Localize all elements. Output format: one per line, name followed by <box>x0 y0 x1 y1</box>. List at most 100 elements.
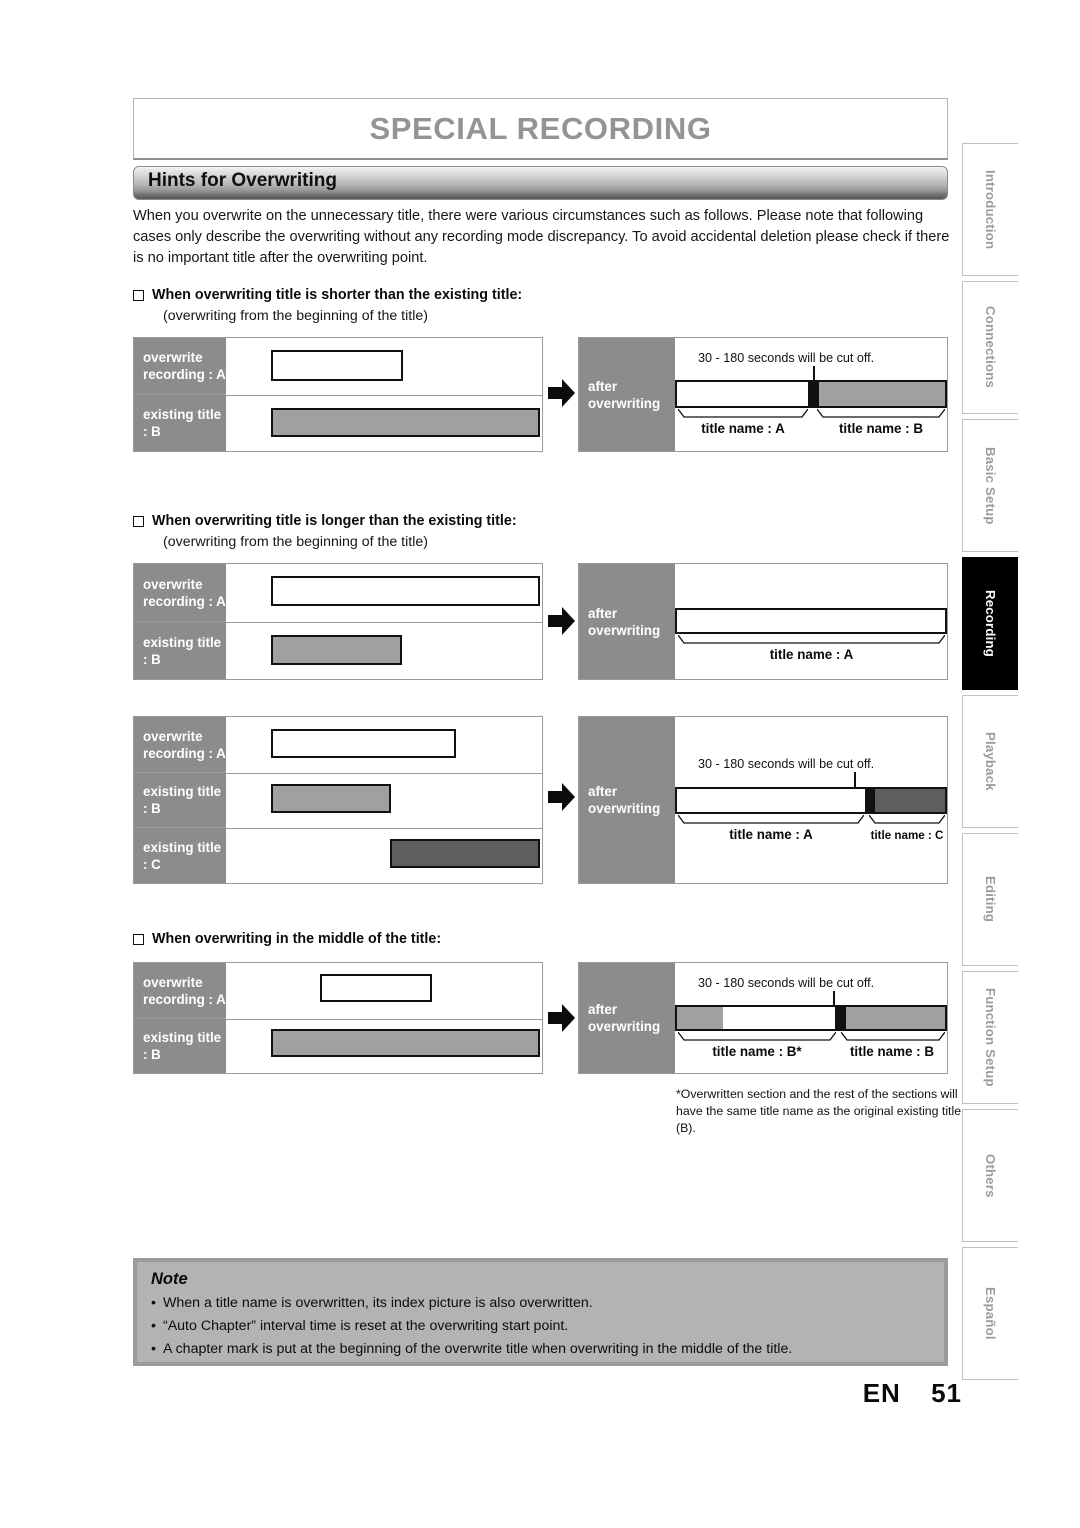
footer-language: EN <box>862 1378 901 1408</box>
label-line-2: recording : A <box>143 745 226 761</box>
label-line-1: existing title : B <box>143 784 222 816</box>
sidebar-item-others[interactable]: Others <box>962 1109 1018 1242</box>
label-line-1: overwrite <box>143 350 203 365</box>
row-label-existing-b: existing title : B <box>134 773 226 828</box>
cutoff-caption-4: 30 - 180 seconds will be cut off. <box>698 976 875 990</box>
bar-existing-c <box>390 839 540 868</box>
bullet-icon: • <box>151 1318 156 1334</box>
row-label-overwrite-a: overwrite recording : A <box>134 564 226 622</box>
row-label-overwrite-a: overwrite recording : A <box>134 338 226 395</box>
case-heading-1-text: When overwriting title is shorter than t… <box>152 287 523 303</box>
note-item-text: “Auto Chapter” interval time is reset at… <box>162 1318 569 1334</box>
diagram-4-after: after overwriting 30 - 180 seconds will … <box>578 962 948 1074</box>
note-item-text: When a title name is overwritten, its in… <box>162 1295 593 1311</box>
case-heading-2: When overwriting title is longer than th… <box>133 513 517 529</box>
tab-label: Others <box>983 1153 998 1198</box>
label-line-1: overwrite <box>143 728 203 744</box>
case-heading-1: When overwriting title is shorter than t… <box>133 287 522 303</box>
row-divider <box>226 395 543 396</box>
row-label-overwrite-a: overwrite recording : A <box>134 963 226 1019</box>
manual-page: SPECIAL RECORDING Hints for Overwriting … <box>0 0 1080 1528</box>
case-subtitle-1: (overwriting from the beginning of the t… <box>163 308 428 324</box>
row-divider <box>226 1019 543 1020</box>
label-line-2: recording : A <box>143 593 226 609</box>
bar-existing-b <box>271 408 540 437</box>
cutoff-caption-1: 30 - 180 seconds will be cut off. <box>698 351 875 365</box>
cutoff-caption-3: 30 - 180 seconds will be cut off. <box>698 757 875 771</box>
row-label-overwrite-a: overwrite recording : A <box>134 717 226 773</box>
page-footer: EN 51 <box>863 1378 962 1409</box>
diagram-3-after: after overwriting 30 - 180 seconds will … <box>578 716 948 884</box>
checkbox-icon <box>133 516 144 527</box>
diagram-1-after: after overwriting 30 - 180 seconds will … <box>578 337 948 452</box>
sidebar-item-editing[interactable]: Editing <box>962 833 1018 966</box>
label-line-1: existing title : C <box>143 839 222 872</box>
arrow-right-icon-4 <box>548 1003 576 1033</box>
label-line-1: existing title : B <box>143 634 222 667</box>
intro-paragraph: When you overwrite on the unnecessary ti… <box>133 208 950 266</box>
row-divider <box>226 773 543 774</box>
bullet-icon: • <box>151 1341 156 1357</box>
label-line-1: after <box>588 378 618 394</box>
diagram-1-before: overwrite recording : A existing title :… <box>133 337 543 452</box>
brace-1a <box>678 409 808 418</box>
label-line-2: overwriting <box>588 1019 661 1034</box>
case-heading-3: When overwriting in the middle of the ti… <box>133 931 441 947</box>
note-item: • “Auto Chapter” interval time is reset … <box>151 1315 930 1338</box>
sidebar-item-function-setup[interactable]: Function Setup <box>962 971 1018 1104</box>
tab-label: Editing <box>983 876 998 923</box>
row-label-existing-b: existing title : B <box>134 395 226 451</box>
segment-title-b-star <box>722 1007 836 1029</box>
composite-bar-3 <box>675 787 947 814</box>
row-label-after-overwriting: after overwriting <box>579 963 675 1073</box>
arrow-right-icon-2 <box>548 606 576 636</box>
tab-label: Playback <box>983 732 998 791</box>
label-line-1: existing title : B <box>143 407 222 439</box>
label-line-2: overwriting <box>588 395 661 411</box>
segment-title-a <box>677 789 865 812</box>
label-line-1: after <box>588 784 618 799</box>
diagram-4-before: overwrite recording : A existing title :… <box>133 962 543 1074</box>
arrow-right-icon-1 <box>548 378 576 408</box>
sidebar-item-basic-setup[interactable]: Basic Setup <box>962 419 1018 552</box>
title-label-b: title name : B <box>849 1044 935 1059</box>
row-label-after-overwriting: after overwriting <box>579 338 675 451</box>
row-label-existing-c: existing title : C <box>134 828 226 883</box>
row-label-after-overwriting: after overwriting <box>579 717 675 883</box>
composite-bar-1 <box>675 380 947 408</box>
composite-bar-2 <box>675 608 947 634</box>
side-tab-nav: Introduction Connections Basic Setup Rec… <box>962 143 1018 1385</box>
note-box: Note • When a title name is overwritten,… <box>133 1258 948 1366</box>
note-title: Note <box>151 1270 188 1288</box>
title-label-a: title name : A <box>701 421 785 436</box>
footnote-text: *Overwritten section and the rest of the… <box>676 1087 962 1135</box>
label-line-1: after <box>588 1002 618 1017</box>
segment-title-a <box>677 382 809 406</box>
sidebar-item-espanol[interactable]: Español <box>962 1247 1018 1380</box>
tab-label: Function Setup <box>983 988 998 1087</box>
sidebar-item-playback[interactable]: Playback <box>962 695 1018 828</box>
row-divider <box>226 622 543 623</box>
row-label-existing-b: existing title : B <box>134 622 226 679</box>
page-title-frame: SPECIAL RECORDING <box>133 98 948 160</box>
sidebar-item-introduction[interactable]: Introduction <box>962 143 1018 276</box>
section-title: Hints for Overwriting <box>148 170 337 191</box>
sidebar-item-connections[interactable]: Connections <box>962 281 1018 414</box>
row-label-after-overwriting: after overwriting <box>579 564 675 679</box>
label-line-1: overwrite <box>143 576 203 592</box>
bar-overwrite-a <box>271 576 540 606</box>
arrow-right-icon-3 <box>548 782 576 812</box>
checkbox-icon <box>133 934 144 945</box>
footer-page-number: 51 <box>931 1378 962 1408</box>
diagram-3-before: overwrite recording : A existing title :… <box>133 716 543 884</box>
segment-title-a <box>677 610 945 632</box>
title-label-b-star: title name : B* <box>712 1044 802 1059</box>
segment-chapter-mark <box>835 1007 846 1029</box>
page-title: SPECIAL RECORDING <box>369 110 712 146</box>
sidebar-item-recording[interactable]: Recording <box>962 557 1018 690</box>
label-line-1: existing title : B <box>143 1030 222 1062</box>
tab-label: Español <box>983 1287 998 1340</box>
brace-4b <box>841 1032 945 1041</box>
note-item-text: A chapter mark is put at the beginning o… <box>162 1341 793 1357</box>
bar-overwrite-a <box>271 729 456 758</box>
